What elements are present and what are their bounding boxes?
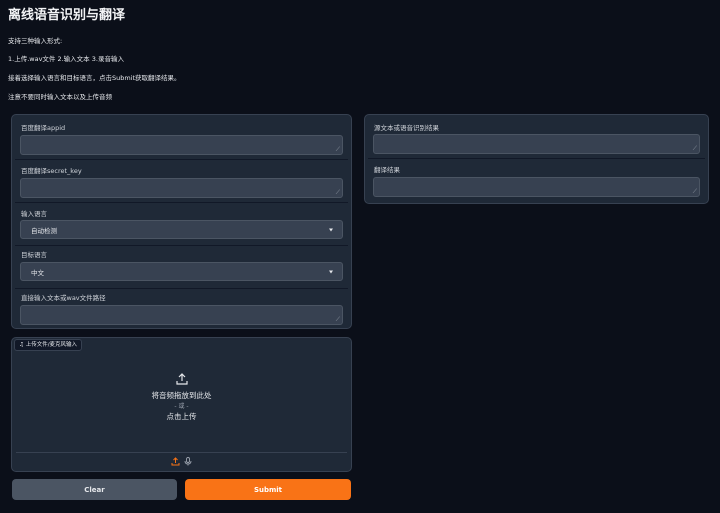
text-input-label: 直接输入文本或wav文件路径 (21, 294, 106, 302)
appid-label: 百度翻译appid (21, 124, 66, 132)
description-line-1: 支持三种输入形式: (8, 37, 63, 45)
translation-result-label: 翻译结果 (374, 166, 400, 174)
drop-text: 将音频拖放到此处 (151, 391, 212, 400)
upload-source-icon[interactable] (171, 457, 180, 466)
microphone-icon[interactable] (184, 457, 192, 466)
output-panel: 源文本或语音识别结果 ⟋ 翻译结果 ⟋ (364, 114, 709, 204)
chevron-down-icon (329, 270, 333, 273)
resize-handle-icon[interactable]: ⟋ (336, 147, 340, 153)
input-language-select[interactable]: 自动检测 (20, 220, 343, 239)
secret-key-label: 百度翻译secret_key (21, 167, 82, 175)
appid-input[interactable]: ⟋ (20, 135, 343, 155)
upload-arrow-icon (176, 373, 188, 385)
input-language-label: 输入语言 (21, 210, 47, 218)
upload-tab-label: 上传文件/麦克风输入 (25, 342, 78, 348)
music-note-icon: ♫ (19, 342, 24, 348)
text-input[interactable]: ⟋ (20, 305, 343, 325)
text-input-block: 直接输入文本或wav文件路径 ⟋ (15, 290, 348, 327)
source-text-output[interactable]: ⟋ (373, 134, 700, 154)
target-language-value: 中文 (31, 268, 44, 277)
description-line-2: 1.上传.wav文件 2.输入文本 3.录音输入 (8, 55, 124, 63)
resize-handle-icon[interactable]: ⟋ (336, 190, 340, 196)
click-to-upload-text[interactable]: 点击上传 (12, 411, 351, 422)
target-language-select[interactable]: 中文 (20, 262, 343, 281)
translation-result-output[interactable]: ⟋ (373, 177, 700, 197)
source-text-label: 源文本或语音识别结果 (374, 124, 439, 132)
input-language-block: 输入语言 自动检测 (15, 204, 348, 244)
secret-key-input[interactable]: ⟋ (20, 178, 343, 198)
secret-key-block: 百度翻译secret_key ⟋ (15, 161, 348, 201)
target-language-block: 目标语言 中文 (15, 247, 348, 287)
submit-button[interactable]: Submit (185, 479, 351, 500)
upload-tab: ♫ 上传文件/麦克风输入 (14, 339, 83, 351)
source-text-block: 源文本或语音识别结果 ⟋ (368, 118, 705, 157)
clear-button[interactable]: Clear (12, 479, 177, 500)
upload-divider (16, 452, 347, 453)
chevron-down-icon (329, 228, 333, 231)
resize-handle-icon[interactable]: ⟋ (693, 189, 697, 195)
input-panel: 百度翻译appid ⟋ 百度翻译secret_key ⟋ 输入语言 自动检测 目… (11, 114, 352, 329)
resize-handle-icon[interactable]: ⟋ (336, 317, 340, 323)
or-text: - 或 - (174, 403, 189, 410)
description-line-3: 接着选择输入语言和目标语言，点击Submit获取翻译结果。 (8, 74, 181, 82)
resize-handle-icon[interactable]: ⟋ (693, 146, 697, 152)
translation-result-block: 翻译结果 ⟋ (368, 160, 705, 200)
target-language-label: 目标语言 (21, 251, 47, 259)
page-title: 离线语音识别与翻译 (8, 8, 126, 23)
description-line-4: 注意不要同时输入文本以及上传音频 (8, 93, 112, 101)
audio-upload-area[interactable]: ♫ 上传文件/麦克风输入 将音频拖放到此处 - 或 - 点击上传 (11, 337, 352, 472)
appid-block: 百度翻译appid ⟋ (15, 118, 348, 158)
input-language-value: 自动检测 (31, 226, 57, 235)
